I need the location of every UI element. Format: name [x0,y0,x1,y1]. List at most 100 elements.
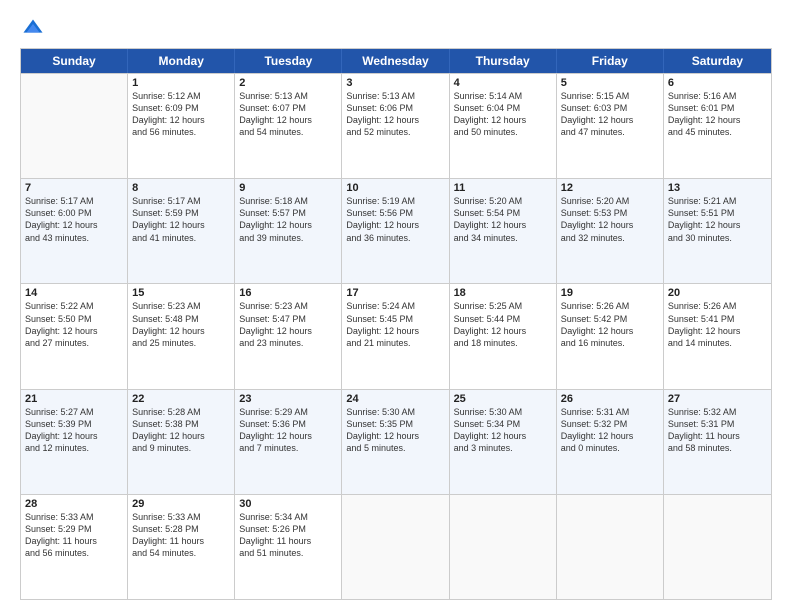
day-info: Sunrise: 5:20 AMSunset: 5:54 PMDaylight:… [454,195,552,244]
day-cell-13: 13Sunrise: 5:21 AMSunset: 5:51 PMDayligh… [664,179,771,283]
day-number: 16 [239,287,337,299]
day-info: Sunrise: 5:25 AMSunset: 5:44 PMDaylight:… [454,300,552,349]
day-info: Sunrise: 5:13 AMSunset: 6:06 PMDaylight:… [346,90,444,139]
day-info: Sunrise: 5:26 AMSunset: 5:41 PMDaylight:… [668,300,767,349]
calendar-row-2: 14Sunrise: 5:22 AMSunset: 5:50 PMDayligh… [21,283,771,388]
day-number: 30 [239,498,337,510]
day-cell-12: 12Sunrise: 5:20 AMSunset: 5:53 PMDayligh… [557,179,664,283]
day-number: 3 [346,77,444,89]
day-info: Sunrise: 5:18 AMSunset: 5:57 PMDaylight:… [239,195,337,244]
day-number: 27 [668,393,767,405]
day-cell-28: 28Sunrise: 5:33 AMSunset: 5:29 PMDayligh… [21,495,128,599]
weekday-header-saturday: Saturday [664,49,771,73]
day-info: Sunrise: 5:23 AMSunset: 5:47 PMDaylight:… [239,300,337,349]
calendar-row-3: 21Sunrise: 5:27 AMSunset: 5:39 PMDayligh… [21,389,771,494]
day-number: 9 [239,182,337,194]
weekday-header-monday: Monday [128,49,235,73]
day-cell-4: 4Sunrise: 5:14 AMSunset: 6:04 PMDaylight… [450,74,557,178]
day-cell-9: 9Sunrise: 5:18 AMSunset: 5:57 PMDaylight… [235,179,342,283]
empty-cell-4-4 [450,495,557,599]
calendar-row-1: 7Sunrise: 5:17 AMSunset: 6:00 PMDaylight… [21,178,771,283]
day-cell-2: 2Sunrise: 5:13 AMSunset: 6:07 PMDaylight… [235,74,342,178]
day-info: Sunrise: 5:33 AMSunset: 5:29 PMDaylight:… [25,511,123,560]
day-info: Sunrise: 5:22 AMSunset: 5:50 PMDaylight:… [25,300,123,349]
day-number: 24 [346,393,444,405]
day-number: 7 [25,182,123,194]
empty-cell-4-3 [342,495,449,599]
day-cell-21: 21Sunrise: 5:27 AMSunset: 5:39 PMDayligh… [21,390,128,494]
day-cell-30: 30Sunrise: 5:34 AMSunset: 5:26 PMDayligh… [235,495,342,599]
day-cell-6: 6Sunrise: 5:16 AMSunset: 6:01 PMDaylight… [664,74,771,178]
day-number: 28 [25,498,123,510]
day-info: Sunrise: 5:30 AMSunset: 5:35 PMDaylight:… [346,406,444,455]
day-info: Sunrise: 5:29 AMSunset: 5:36 PMDaylight:… [239,406,337,455]
day-cell-1: 1Sunrise: 5:12 AMSunset: 6:09 PMDaylight… [128,74,235,178]
day-cell-18: 18Sunrise: 5:25 AMSunset: 5:44 PMDayligh… [450,284,557,388]
day-number: 11 [454,182,552,194]
day-number: 14 [25,287,123,299]
weekday-header-friday: Friday [557,49,664,73]
day-info: Sunrise: 5:17 AMSunset: 5:59 PMDaylight:… [132,195,230,244]
day-cell-24: 24Sunrise: 5:30 AMSunset: 5:35 PMDayligh… [342,390,449,494]
day-number: 18 [454,287,552,299]
day-info: Sunrise: 5:33 AMSunset: 5:28 PMDaylight:… [132,511,230,560]
day-number: 2 [239,77,337,89]
day-number: 12 [561,182,659,194]
day-number: 20 [668,287,767,299]
day-number: 26 [561,393,659,405]
day-number: 22 [132,393,230,405]
day-cell-17: 17Sunrise: 5:24 AMSunset: 5:45 PMDayligh… [342,284,449,388]
day-info: Sunrise: 5:21 AMSunset: 5:51 PMDaylight:… [668,195,767,244]
empty-cell-4-6 [664,495,771,599]
weekday-header-thursday: Thursday [450,49,557,73]
day-info: Sunrise: 5:26 AMSunset: 5:42 PMDaylight:… [561,300,659,349]
day-info: Sunrise: 5:12 AMSunset: 6:09 PMDaylight:… [132,90,230,139]
calendar: SundayMondayTuesdayWednesdayThursdayFrid… [20,48,772,600]
day-number: 8 [132,182,230,194]
calendar-row-0: 1Sunrise: 5:12 AMSunset: 6:09 PMDaylight… [21,73,771,178]
day-info: Sunrise: 5:13 AMSunset: 6:07 PMDaylight:… [239,90,337,139]
empty-cell-4-5 [557,495,664,599]
day-info: Sunrise: 5:27 AMSunset: 5:39 PMDaylight:… [25,406,123,455]
day-info: Sunrise: 5:23 AMSunset: 5:48 PMDaylight:… [132,300,230,349]
day-info: Sunrise: 5:17 AMSunset: 6:00 PMDaylight:… [25,195,123,244]
day-cell-10: 10Sunrise: 5:19 AMSunset: 5:56 PMDayligh… [342,179,449,283]
logo [20,18,46,40]
day-number: 21 [25,393,123,405]
day-cell-20: 20Sunrise: 5:26 AMSunset: 5:41 PMDayligh… [664,284,771,388]
calendar-row-4: 28Sunrise: 5:33 AMSunset: 5:29 PMDayligh… [21,494,771,599]
day-info: Sunrise: 5:34 AMSunset: 5:26 PMDaylight:… [239,511,337,560]
day-cell-8: 8Sunrise: 5:17 AMSunset: 5:59 PMDaylight… [128,179,235,283]
day-info: Sunrise: 5:28 AMSunset: 5:38 PMDaylight:… [132,406,230,455]
day-cell-27: 27Sunrise: 5:32 AMSunset: 5:31 PMDayligh… [664,390,771,494]
calendar-header: SundayMondayTuesdayWednesdayThursdayFrid… [21,49,771,73]
day-cell-14: 14Sunrise: 5:22 AMSunset: 5:50 PMDayligh… [21,284,128,388]
day-number: 13 [668,182,767,194]
day-info: Sunrise: 5:19 AMSunset: 5:56 PMDaylight:… [346,195,444,244]
empty-cell-0-0 [21,74,128,178]
day-cell-22: 22Sunrise: 5:28 AMSunset: 5:38 PMDayligh… [128,390,235,494]
day-number: 23 [239,393,337,405]
day-cell-26: 26Sunrise: 5:31 AMSunset: 5:32 PMDayligh… [557,390,664,494]
weekday-header-wednesday: Wednesday [342,49,449,73]
logo-icon [22,18,44,40]
day-cell-7: 7Sunrise: 5:17 AMSunset: 6:00 PMDaylight… [21,179,128,283]
day-number: 6 [668,77,767,89]
day-number: 5 [561,77,659,89]
page: SundayMondayTuesdayWednesdayThursdayFrid… [0,0,792,612]
calendar-body: 1Sunrise: 5:12 AMSunset: 6:09 PMDaylight… [21,73,771,599]
day-cell-23: 23Sunrise: 5:29 AMSunset: 5:36 PMDayligh… [235,390,342,494]
day-info: Sunrise: 5:31 AMSunset: 5:32 PMDaylight:… [561,406,659,455]
day-info: Sunrise: 5:32 AMSunset: 5:31 PMDaylight:… [668,406,767,455]
day-number: 10 [346,182,444,194]
header [20,18,772,40]
day-number: 25 [454,393,552,405]
day-number: 17 [346,287,444,299]
day-number: 29 [132,498,230,510]
weekday-header-sunday: Sunday [21,49,128,73]
day-cell-11: 11Sunrise: 5:20 AMSunset: 5:54 PMDayligh… [450,179,557,283]
day-info: Sunrise: 5:14 AMSunset: 6:04 PMDaylight:… [454,90,552,139]
day-info: Sunrise: 5:24 AMSunset: 5:45 PMDaylight:… [346,300,444,349]
day-info: Sunrise: 5:30 AMSunset: 5:34 PMDaylight:… [454,406,552,455]
weekday-header-tuesday: Tuesday [235,49,342,73]
